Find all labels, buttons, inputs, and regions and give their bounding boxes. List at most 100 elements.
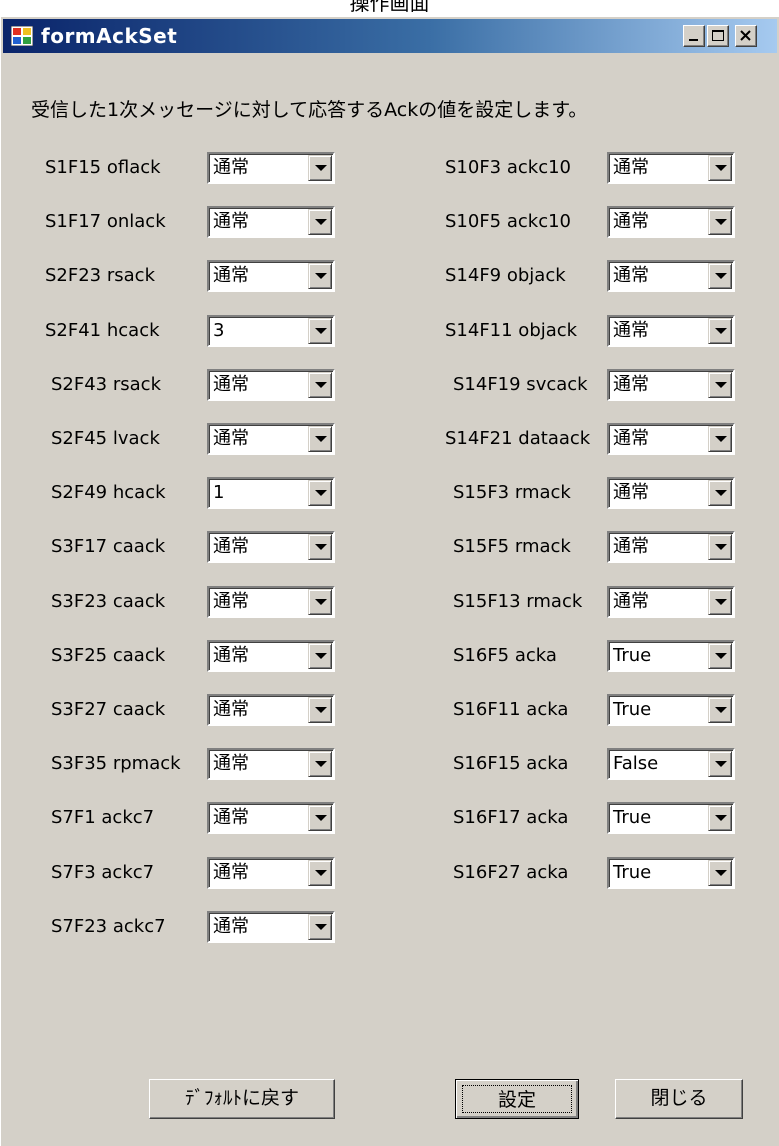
dropdown-arrow-icon[interactable]	[308, 697, 332, 723]
dropdown-arrow-icon[interactable]	[708, 318, 732, 344]
select-value: 通常	[213, 428, 249, 449]
right-ack-select[interactable]: 通常	[607, 315, 735, 347]
dropdown-arrow-icon[interactable]	[708, 589, 732, 615]
dropdown-arrow-icon[interactable]	[308, 534, 332, 560]
right-field-label: S16F11 acka	[453, 699, 569, 720]
select-value: 通常	[213, 211, 249, 232]
dropdown-arrow-icon[interactable]	[308, 480, 332, 506]
right-ack-select[interactable]: 通常	[607, 586, 735, 618]
left-ack-select[interactable]: 通常	[207, 640, 335, 672]
right-field-label: S14F9 objack	[445, 265, 566, 286]
dropdown-arrow-icon[interactable]	[308, 805, 332, 831]
select-value: 通常	[613, 157, 649, 178]
dropdown-arrow-icon[interactable]	[308, 426, 332, 452]
dropdown-arrow-icon[interactable]	[708, 155, 732, 181]
dropdown-arrow-icon[interactable]	[708, 426, 732, 452]
left-ack-select[interactable]: 1	[207, 477, 335, 509]
left-ack-select[interactable]: 通常	[207, 206, 335, 238]
select-value: 通常	[213, 645, 249, 666]
right-ack-select[interactable]: 通常	[607, 206, 735, 238]
dropdown-arrow-icon[interactable]	[308, 263, 332, 289]
right-ack-select[interactable]: True	[607, 802, 735, 834]
dropdown-arrow-icon[interactable]	[708, 805, 732, 831]
left-ack-select[interactable]: 通常	[207, 586, 335, 618]
left-field-label: S3F25 caack	[51, 645, 166, 666]
dropdown-arrow-icon[interactable]	[308, 643, 332, 669]
right-ack-select[interactable]: 通常	[607, 423, 735, 455]
close-button[interactable]: 閉じる	[615, 1079, 743, 1119]
left-field-label: S3F17 caack	[51, 536, 166, 557]
dropdown-arrow-icon[interactable]	[708, 372, 732, 398]
dropdown-arrow-icon[interactable]	[308, 914, 332, 940]
left-ack-select[interactable]: 通常	[207, 152, 335, 184]
left-ack-select[interactable]: 通常	[207, 260, 335, 292]
left-ack-select[interactable]: 3	[207, 315, 335, 347]
right-ack-select[interactable]: True	[607, 857, 735, 889]
reset-default-button[interactable]: ﾃﾞﾌｫﾙﾄに戻す	[149, 1079, 335, 1119]
select-value: False	[613, 753, 659, 774]
select-value: 通常	[613, 374, 649, 395]
left-ack-select[interactable]: 通常	[207, 369, 335, 401]
select-value: 通常	[213, 591, 249, 612]
right-ack-select[interactable]: 通常	[607, 152, 735, 184]
select-value: 通常	[213, 265, 249, 286]
right-ack-select[interactable]: 通常	[607, 531, 735, 563]
right-ack-select[interactable]: True	[607, 694, 735, 726]
dropdown-arrow-icon[interactable]	[708, 751, 732, 777]
window-title: formAckSet	[41, 24, 178, 48]
right-ack-select[interactable]: False	[607, 748, 735, 780]
set-button[interactable]: 設定	[455, 1079, 579, 1119]
right-ack-select[interactable]: 通常	[607, 369, 735, 401]
minimize-button[interactable]	[683, 25, 705, 47]
right-field-label: S14F11 objack	[445, 320, 578, 341]
select-value: 1	[213, 482, 225, 503]
right-ack-select[interactable]: 通常	[607, 260, 735, 292]
right-field-label: S16F5 acka	[453, 645, 557, 666]
right-ack-select[interactable]: 通常	[607, 477, 735, 509]
dropdown-arrow-icon[interactable]	[708, 534, 732, 560]
dropdown-arrow-icon[interactable]	[708, 209, 732, 235]
dropdown-arrow-icon[interactable]	[308, 209, 332, 235]
left-field-label: S3F27 caack	[51, 699, 166, 720]
right-ack-select[interactable]: True	[607, 640, 735, 672]
dropdown-arrow-icon[interactable]	[308, 589, 332, 615]
select-value: 通常	[213, 862, 249, 883]
maximize-button[interactable]	[707, 25, 729, 47]
select-value: True	[613, 699, 652, 720]
left-ack-select[interactable]: 通常	[207, 694, 335, 726]
right-field-label: S15F5 rmack	[453, 536, 571, 557]
left-ack-select[interactable]: 通常	[207, 911, 335, 943]
left-ack-select[interactable]: 通常	[207, 802, 335, 834]
dropdown-arrow-icon[interactable]	[708, 480, 732, 506]
select-value: 通常	[213, 753, 249, 774]
select-value: 通常	[613, 428, 649, 449]
title-bar[interactable]: formAckSet	[3, 19, 777, 53]
dropdown-arrow-icon[interactable]	[708, 263, 732, 289]
left-ack-select[interactable]: 通常	[207, 531, 335, 563]
select-value: 通常	[613, 482, 649, 503]
dropdown-arrow-icon[interactable]	[308, 860, 332, 886]
right-field-label: S14F21 dataack	[445, 428, 591, 449]
left-field-label: S2F45 lvack	[51, 428, 160, 449]
close-window-button[interactable]	[735, 25, 757, 47]
dropdown-arrow-icon[interactable]	[308, 372, 332, 398]
left-field-label: S7F1 ackc7	[51, 807, 155, 828]
select-value: 通常	[213, 536, 249, 557]
left-field-label: S2F43 rsack	[51, 374, 161, 395]
instruction-text: 受信した1次メッセージに対して応答するAckの値を設定します。	[31, 99, 588, 121]
left-ack-select[interactable]: 通常	[207, 423, 335, 455]
left-ack-select[interactable]: 通常	[207, 748, 335, 780]
select-value: True	[613, 807, 652, 828]
page-caption: 操作画面	[349, 0, 430, 15]
select-value: True	[613, 862, 652, 883]
dropdown-arrow-icon[interactable]	[308, 751, 332, 777]
right-field-label: S14F19 svcack	[453, 374, 588, 395]
set-button-label: 設定	[462, 1085, 572, 1113]
dropdown-arrow-icon[interactable]	[708, 697, 732, 723]
dropdown-arrow-icon[interactable]	[708, 860, 732, 886]
dropdown-arrow-icon[interactable]	[308, 318, 332, 344]
dropdown-arrow-icon[interactable]	[708, 643, 732, 669]
left-ack-select[interactable]: 通常	[207, 857, 335, 889]
form-ack-set-window: formAckSet 受信した1次メッセージに対して応答するAckの値を設定しま…	[0, 16, 779, 1146]
dropdown-arrow-icon[interactable]	[308, 155, 332, 181]
